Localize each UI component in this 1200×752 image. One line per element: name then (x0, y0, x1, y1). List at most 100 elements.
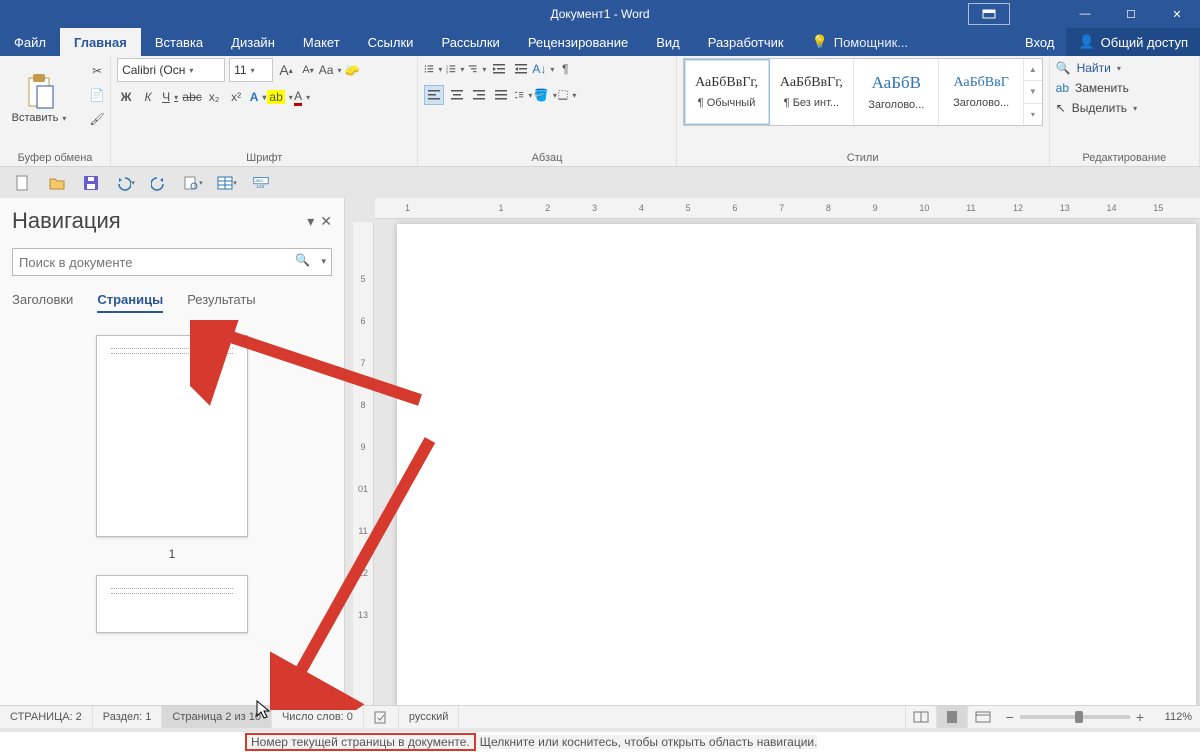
status-language[interactable]: русский (399, 706, 459, 728)
tab-design[interactable]: Дизайн (217, 28, 289, 56)
view-web-layout[interactable] (967, 706, 998, 728)
font-size-select[interactable]: 11 (229, 58, 273, 82)
format-painter-button[interactable]: 🖌 (88, 110, 106, 128)
nav-close-button[interactable]: ✕ (320, 213, 332, 230)
tab-home[interactable]: Главная (60, 28, 141, 56)
tab-view[interactable]: Вид (642, 28, 694, 56)
maximize-button[interactable]: ☐ (1108, 0, 1154, 28)
qat-table-button[interactable]: ▾ (216, 172, 238, 194)
document-page[interactable] (397, 224, 1196, 708)
nav-tab-headings[interactable]: Заголовки (12, 292, 73, 313)
view-read-mode[interactable] (905, 706, 936, 728)
qat-undo-button[interactable]: ▾ (114, 172, 136, 194)
nav-tab-results[interactable]: Результаты (187, 292, 255, 313)
bold-button[interactable]: Ж (117, 88, 135, 106)
sort-button[interactable]: A↓ (534, 60, 552, 78)
font-color-button[interactable]: A (293, 88, 311, 106)
page-thumbnail-2[interactable] (96, 575, 248, 633)
style-heading1[interactable]: АаБбВ Заголово... (854, 59, 939, 125)
tab-insert[interactable]: Вставка (141, 28, 217, 56)
window-title: Документ1 - Word (550, 7, 649, 21)
qat-open-button[interactable] (46, 172, 68, 194)
shrink-font-button[interactable]: A▾ (299, 61, 317, 79)
line-spacing-button[interactable] (514, 86, 532, 104)
bullets-button[interactable] (424, 60, 442, 78)
nav-tab-pages[interactable]: Страницы (97, 292, 163, 313)
highlight-button[interactable]: ab (271, 88, 289, 106)
cut-button[interactable]: ✂ (88, 62, 106, 80)
nav-search-input[interactable] (12, 248, 332, 276)
align-right-button[interactable] (470, 86, 488, 104)
tell-me-input[interactable]: 💡 Помощник... (798, 28, 923, 56)
view-print-layout[interactable] (936, 706, 967, 728)
close-button[interactable]: ✕ (1154, 0, 1200, 28)
page-thumbnail-1[interactable] (96, 335, 248, 537)
font-family-select[interactable]: Calibri (Осн (117, 58, 225, 82)
change-case-button[interactable]: Aa (321, 61, 339, 79)
italic-button[interactable]: К (139, 88, 157, 106)
qat-print-preview-button[interactable]: ▾ (182, 172, 204, 194)
decrease-indent-button[interactable] (490, 60, 508, 78)
status-proofing[interactable] (364, 706, 399, 728)
underline-button[interactable]: Ч (161, 88, 179, 106)
superscript-button[interactable]: x² (227, 88, 245, 106)
horizontal-ruler[interactable]: 1123456789101112131415 (375, 198, 1200, 219)
find-button[interactable]: 🔍 Найти ▾ (1056, 58, 1193, 78)
zoom-slider[interactable] (1020, 715, 1130, 719)
styles-gallery[interactable]: АаБбВвГг, ¶ Обычный АаБбВвГг, ¶ Без инт.… (683, 58, 1043, 126)
clear-formatting-button[interactable]: 🧽 (343, 61, 361, 79)
tab-developer[interactable]: Разработчик (694, 28, 798, 56)
strikethrough-button[interactable]: abc (183, 88, 201, 106)
tab-file[interactable]: Файл (0, 28, 60, 56)
copy-button[interactable]: 📄 (88, 86, 106, 104)
status-section[interactable]: Раздел: 1 (93, 706, 163, 728)
group-editing: 🔍 Найти ▾ ab Заменить ↖ Выделить ▾ Редак… (1050, 56, 1200, 166)
select-button[interactable]: ↖ Выделить ▾ (1056, 98, 1193, 118)
styles-scroll-up[interactable]: ▲ (1024, 59, 1042, 81)
qat-new-button[interactable] (12, 172, 34, 194)
search-icon[interactable]: 🔍 (295, 253, 310, 267)
borders-button[interactable] (558, 86, 576, 104)
multilevel-list-button[interactable] (468, 60, 486, 78)
ribbon-display-options-button[interactable] (968, 3, 1010, 25)
nav-dropdown-button[interactable]: ▾ (307, 213, 314, 230)
status-word-count[interactable]: Число слов: 0 (272, 706, 364, 728)
sign-in-button[interactable]: Вход (1013, 28, 1066, 56)
styles-more-button[interactable]: ▾ (1024, 104, 1042, 125)
shading-button[interactable]: 🪣 (536, 86, 554, 104)
paste-button[interactable]: Вставить (6, 58, 72, 138)
style-heading2[interactable]: АаБбВвГ Заголово... (939, 59, 1024, 125)
zoom-in-button[interactable]: + (1136, 709, 1144, 725)
show-marks-button[interactable]: ¶ (556, 60, 574, 78)
grow-font-button[interactable]: A▴ (277, 61, 295, 79)
status-bar: СТРАНИЦА: 2 Раздел: 1 Страница 2 из 10 Ч… (0, 705, 1200, 728)
text-effects-button[interactable]: A (249, 88, 267, 106)
status-page[interactable]: СТРАНИЦА: 2 (0, 706, 93, 728)
align-center-button[interactable] (448, 86, 466, 104)
qat-word-count-button[interactable]: ABC123 (250, 172, 272, 194)
zoom-out-button[interactable]: − (1006, 709, 1014, 725)
justify-button[interactable] (492, 86, 510, 104)
subscript-button[interactable]: x₂ (205, 88, 223, 106)
styles-scroll-down[interactable]: ▼ (1024, 81, 1042, 103)
align-left-button[interactable] (424, 85, 444, 105)
share-button[interactable]: 👤 Общий доступ (1066, 28, 1200, 56)
tab-mailings[interactable]: Рассылки (427, 28, 513, 56)
cursor-icon: ↖ (1056, 101, 1066, 115)
zoom-value[interactable]: 112% (1150, 711, 1192, 723)
tab-layout[interactable]: Макет (289, 28, 354, 56)
document-area: 1123456789101112131415 5678901111213 (345, 198, 1200, 708)
numbering-button[interactable]: 123 (446, 60, 464, 78)
vertical-ruler[interactable]: 5678901111213 (353, 222, 374, 708)
increase-indent-button[interactable] (512, 60, 530, 78)
tab-references[interactable]: Ссылки (354, 28, 428, 56)
search-options-button[interactable]: ▾ (321, 256, 326, 267)
qat-redo-button[interactable] (148, 172, 170, 194)
replace-button[interactable]: ab Заменить (1056, 78, 1193, 98)
minimize-button[interactable]: — (1062, 0, 1108, 28)
tab-review[interactable]: Рецензирование (514, 28, 642, 56)
qat-save-button[interactable] (80, 172, 102, 194)
find-icon: 🔍 (1056, 61, 1071, 75)
style-no-spacing[interactable]: АаБбВвГг, ¶ Без инт... (770, 59, 855, 125)
style-normal[interactable]: АаБбВвГг, ¶ Обычный (684, 59, 770, 125)
